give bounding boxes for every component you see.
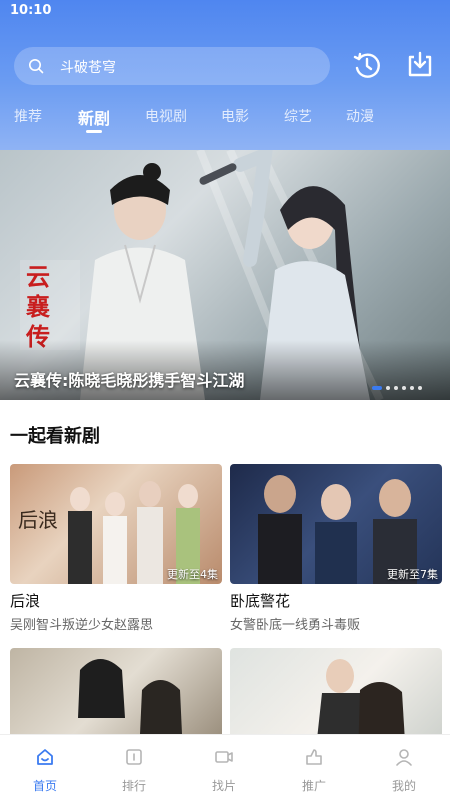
nav-label: 排行 bbox=[121, 779, 146, 793]
nav-profile[interactable]: 我的 bbox=[369, 735, 439, 800]
promote-icon bbox=[306, 749, 322, 765]
card-poster-art bbox=[78, 659, 182, 734]
drama-card[interactable] bbox=[10, 648, 222, 734]
section-title: 一起看新剧 bbox=[10, 426, 100, 447]
episode-badge: 更新至4集 bbox=[167, 568, 218, 581]
banner-caption: 云襄传:陈晓毛晓彤携手智斗江湖 bbox=[14, 371, 245, 390]
card-thumbnail[interactable]: 更新至7集 bbox=[230, 464, 442, 584]
episode-badge: 更新至7集 bbox=[387, 568, 438, 581]
carousel-dot[interactable] bbox=[418, 386, 422, 390]
profile-icon bbox=[396, 749, 412, 766]
carousel-dot[interactable] bbox=[402, 386, 406, 390]
nav-label: 我的 bbox=[391, 779, 416, 793]
nav-home[interactable]: 首页 bbox=[10, 735, 80, 800]
banner[interactable]: 云襄传 云襄传:陈晓毛晓彤携手智斗江湖 bbox=[0, 150, 450, 400]
carousel-dot-active[interactable] bbox=[372, 386, 382, 390]
search-placeholder: 斗破苍穹 bbox=[60, 60, 116, 76]
tab-recommend[interactable]: 推荐 bbox=[14, 106, 42, 126]
nav-label: 首页 bbox=[32, 779, 57, 793]
card-title: 后浪 bbox=[10, 592, 41, 610]
ranking-icon bbox=[126, 749, 142, 765]
drama-card[interactable] bbox=[230, 648, 442, 734]
nav-label: 推广 bbox=[301, 779, 326, 793]
card-description: 女警卧底一线勇斗毒贩 bbox=[230, 618, 361, 633]
header: 10:10 斗破苍穹 推荐 新剧 电视剧 电影 综艺 动漫 bbox=[0, 0, 450, 150]
drama-card[interactable]: 后浪 更新至4集 后浪 吴刚智斗叛逆少女赵露思 bbox=[10, 464, 222, 634]
history-icon[interactable] bbox=[352, 50, 382, 80]
card-title: 卧底警花 bbox=[230, 592, 291, 610]
card-poster-art bbox=[317, 659, 405, 734]
nav-label: 找片 bbox=[211, 779, 236, 793]
drama-card[interactable]: 更新至7集 卧底警花 女警卧底一线勇斗毒贩 bbox=[230, 464, 442, 634]
card-poster-text: 后浪 bbox=[18, 508, 58, 532]
home-icon bbox=[37, 749, 53, 765]
bottom-nav: 首页 排行 找片 推广 我的 bbox=[0, 734, 450, 800]
tab-anime[interactable]: 动漫 bbox=[346, 106, 374, 126]
carousel-dot[interactable] bbox=[394, 386, 398, 390]
status-time: 10:10 bbox=[10, 3, 52, 18]
tab-variety[interactable]: 综艺 bbox=[284, 106, 312, 126]
carousel-dot[interactable] bbox=[410, 386, 414, 390]
tab-tv-series[interactable]: 电视剧 bbox=[145, 106, 187, 126]
nav-find[interactable]: 找片 bbox=[189, 735, 259, 800]
card-thumbnail[interactable] bbox=[230, 648, 442, 734]
nav-ranking[interactable]: 排行 bbox=[99, 735, 169, 800]
search-icon bbox=[29, 59, 44, 74]
download-icon[interactable] bbox=[405, 50, 435, 80]
tab-new-drama[interactable]: 新剧 bbox=[78, 105, 110, 129]
video-icon bbox=[215, 751, 233, 763]
card-thumbnail[interactable] bbox=[10, 648, 222, 734]
category-tabs: 推荐 新剧 电视剧 电影 综艺 动漫 bbox=[0, 100, 450, 140]
nav-promote[interactable]: 推广 bbox=[279, 735, 349, 800]
carousel-dot[interactable] bbox=[386, 386, 390, 390]
poster-title: 云襄传 bbox=[26, 262, 50, 351]
search-bar[interactable]: 斗破苍穹 bbox=[14, 47, 330, 85]
tab-movie[interactable]: 电影 bbox=[221, 106, 249, 126]
active-tab-indicator bbox=[86, 130, 102, 133]
card-thumbnail[interactable]: 后浪 更新至4集 bbox=[10, 464, 222, 584]
card-description: 吴刚智斗叛逆少女赵露思 bbox=[10, 618, 154, 633]
